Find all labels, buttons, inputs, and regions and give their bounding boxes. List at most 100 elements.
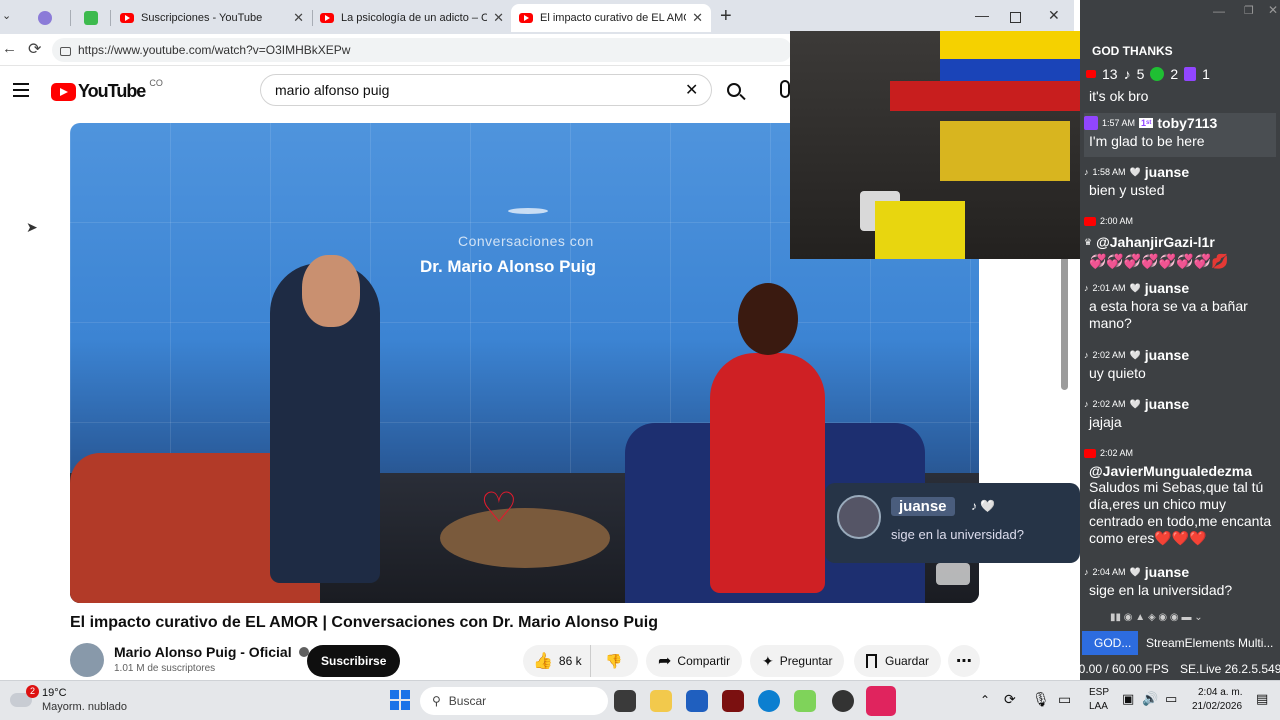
tab-list-chevron-icon[interactable]: ⌄ xyxy=(2,9,11,22)
chat-close-icon[interactable]: ✕ xyxy=(1268,3,1278,17)
chat-tab-god[interactable]: GOD... xyxy=(1082,631,1138,655)
more-actions-icon[interactable]: ⋯ xyxy=(948,645,980,677)
chat-minimize-icon[interactable]: — xyxy=(1213,4,1225,18)
subscribe-button[interactable]: Suscribirse xyxy=(307,645,401,677)
twitch-icon xyxy=(1084,116,1098,130)
notifications-icon[interactable]: ▤ xyxy=(1256,691,1268,707)
toast-message: sige en la universidad? xyxy=(891,527,1024,542)
tray-chevron-icon[interactable]: ⌃ xyxy=(980,693,990,707)
chat-header: GOD THANKS xyxy=(1092,44,1173,58)
tab-close-icon[interactable]: ✕ xyxy=(493,10,504,26)
emote-bar[interactable]: ▮▮ ◉ ▲ ◈ ◉ ◉ ▬ ⌄ xyxy=(1110,612,1260,626)
youtube-count: 13 xyxy=(1102,66,1118,82)
channel-avatar[interactable] xyxy=(70,643,104,677)
tab-separator xyxy=(110,10,111,26)
chat-time: 2:02 AM xyxy=(1100,448,1134,458)
hamburger-menu-icon[interactable] xyxy=(13,83,29,97)
volume-icon[interactable]: 🔊 xyxy=(1142,691,1158,707)
video-title: El impacto curativo de EL AMOR | Convers… xyxy=(70,614,658,631)
chat-maximize-icon[interactable]: ❐ xyxy=(1244,4,1254,17)
microphone-icon[interactable] xyxy=(780,80,790,98)
browser-tab-strip: ⌄ Suscripciones - YouTube ✕ La psicologí… xyxy=(0,0,1074,34)
taskbar-search[interactable]: ⚲ Buscar xyxy=(420,687,608,715)
chat-message: ♪ 2:01 AM 🤍 juanse a esta hora se va a baña… xyxy=(1084,278,1276,332)
back-arrow-icon[interactable]: ← xyxy=(2,40,17,57)
youtube-icon xyxy=(1084,216,1096,226)
toast-username: juanse xyxy=(891,497,955,516)
url-bar[interactable]: https://www.youtube.com/watch?v=O3IMHBkX… xyxy=(52,38,792,62)
flag-red-stripe xyxy=(890,81,1080,111)
dislike-button[interactable]: 👎 xyxy=(591,645,637,677)
task-view-icon[interactable] xyxy=(614,690,636,712)
channel-watermark xyxy=(936,563,970,585)
kick-count-icon xyxy=(1150,67,1165,81)
battery-icon[interactable]: ▭ xyxy=(1165,691,1177,707)
maximize-icon[interactable] xyxy=(1010,12,1021,23)
app-red-icon[interactable] xyxy=(722,690,744,712)
chat-time: 2:01 AM xyxy=(1092,283,1126,293)
kick-count: 2 xyxy=(1170,66,1179,82)
heart-badge-icon: 🤍 xyxy=(1129,398,1141,409)
search-input[interactable]: mario alfonso puig ✕ xyxy=(260,74,712,106)
tab-impacto-amor[interactable]: El impacto curativo de EL AMOR | ✕ xyxy=(511,4,711,32)
clock-date[interactable]: 21/02/2026 xyxy=(1192,701,1242,712)
twitch-count: 1 xyxy=(1202,66,1210,82)
chat-username: juanse xyxy=(1144,564,1190,580)
page-scrollbar[interactable] xyxy=(1061,255,1068,390)
youtube-favicon-icon xyxy=(320,13,334,23)
chat-tab-streamelements[interactable]: StreamElements Multi... xyxy=(1140,631,1278,655)
obs-icon[interactable] xyxy=(832,690,854,712)
like-button[interactable]: 👍 86 k xyxy=(523,645,591,677)
tab-1[interactable] xyxy=(30,4,70,32)
heart-badge-icon: 🤍 xyxy=(1129,566,1141,577)
chat-message-text: it's ok bro xyxy=(1089,88,1149,104)
tab-suscripciones[interactable]: Suscripciones - YouTube ✕ xyxy=(112,4,312,32)
tab-close-icon[interactable]: ✕ xyxy=(692,10,703,26)
file-explorer-icon[interactable] xyxy=(650,690,672,712)
save-button[interactable]: Guardar xyxy=(854,645,942,677)
weather-description: Mayorm. nublado xyxy=(42,701,127,713)
keyboard-layout[interactable]: LAA xyxy=(1089,701,1108,712)
tab-close-icon[interactable]: ✕ xyxy=(293,10,304,26)
minimize-icon[interactable]: — xyxy=(975,7,989,23)
youtube-logo[interactable]: YouTube CO xyxy=(51,78,163,102)
app-green-icon[interactable] xyxy=(794,690,816,712)
twitch-count-icon xyxy=(1184,67,1197,81)
tiktok-icon: ♪ xyxy=(1084,350,1089,360)
woman-figure xyxy=(710,353,825,593)
chat-message: 1:57 AM 1ˢᵗ toby7113 I'm glad to be here xyxy=(1084,113,1276,157)
clear-search-icon[interactable]: ✕ xyxy=(685,80,698,100)
tab-psicologia[interactable]: La psicología de un adicto – Carl Ju ✕ xyxy=(312,4,512,32)
network-icon[interactable]: ▣ xyxy=(1122,691,1134,707)
new-tab-plus-icon[interactable]: + xyxy=(720,5,732,28)
store-icon[interactable] xyxy=(686,690,708,712)
chat-message-text: 💞💞💞💞💞💞💞💋 xyxy=(1089,253,1229,269)
clock-time[interactable]: 2:04 a. m. xyxy=(1198,687,1242,698)
tab-2[interactable] xyxy=(76,4,110,32)
microphone-tray-icon[interactable]: 🎙 xyxy=(1032,691,1050,708)
bookmark-icon xyxy=(866,654,877,668)
tab-title: Suscripciones - YouTube xyxy=(141,12,263,24)
video-overlay-subtitle: Conversaciones con xyxy=(458,233,594,249)
like-count: 86 k xyxy=(558,654,582,668)
close-window-icon[interactable]: ✕ xyxy=(1048,7,1060,24)
chat-message: 2:02 AM @JavierMungualedezma Saludos mi … xyxy=(1084,443,1276,547)
chat-username: @JavierMungualedezma xyxy=(1089,463,1253,479)
edge-browser-icon[interactable] xyxy=(758,690,780,712)
heart-badge-icon: 🤍 xyxy=(1129,282,1141,293)
chat-username: juanse xyxy=(1144,396,1190,412)
reload-icon[interactable]: ⟳ xyxy=(28,39,41,59)
ask-button[interactable]: ✦ Preguntar xyxy=(750,645,845,677)
search-button[interactable] xyxy=(712,74,756,106)
sync-icon[interactable]: ⟳ xyxy=(1004,691,1016,708)
display-tray-icon[interactable]: ▭ xyxy=(1058,691,1071,708)
youtube-play-logo-icon xyxy=(51,82,76,101)
windows-start-icon[interactable] xyxy=(390,690,410,710)
tiktok-live-icon[interactable] xyxy=(866,686,896,716)
chat-username: juanse xyxy=(1144,347,1190,363)
chat-message-text: Saludos mi Sebas,que tal tú día,eres un … xyxy=(1089,479,1272,546)
share-button[interactable]: ➦ Compartir xyxy=(646,645,743,677)
language-code[interactable]: ESP xyxy=(1089,687,1109,698)
channel-name[interactable]: Mario Alonso Puig - Oficial xyxy=(114,644,309,660)
chat-message: it's ok bro xyxy=(1084,88,1276,105)
